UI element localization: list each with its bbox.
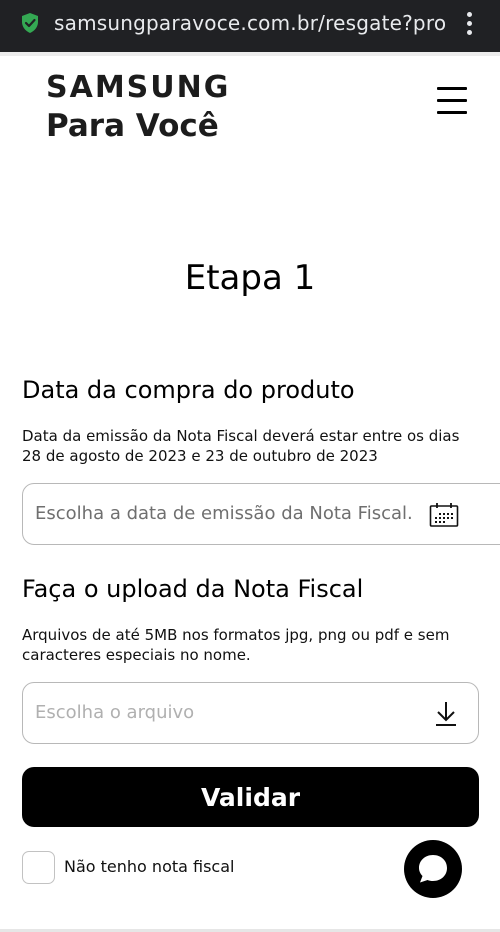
validate-button[interactable]: Validar bbox=[22, 767, 479, 827]
upload-description: Arquivos de até 5MB nos formatos jpg, pn… bbox=[22, 626, 450, 664]
browser-url-bar[interactable]: samsungparavoce.com.br/resgate?pro bbox=[0, 0, 500, 52]
url-text[interactable]: samsungparavoce.com.br/resgate?pro bbox=[54, 11, 446, 35]
kebab-menu-icon[interactable] bbox=[462, 10, 478, 40]
purchase-date-field[interactable]: Escolha a data de emissão da Nota Fiscal… bbox=[22, 483, 500, 545]
chat-button[interactable] bbox=[404, 840, 462, 898]
download-icon[interactable] bbox=[433, 700, 459, 728]
logo-samsung[interactable]: SAMSUNG bbox=[46, 70, 230, 105]
upload-title: Faça o upload da Nota Fiscal bbox=[22, 575, 364, 603]
logo-para-voce[interactable]: Para Você bbox=[46, 108, 219, 144]
no-invoice-checkbox[interactable] bbox=[22, 851, 55, 884]
file-upload-placeholder: Escolha o arquivo bbox=[35, 702, 195, 723]
no-invoice-label[interactable]: Não tenho nota fiscal bbox=[64, 857, 234, 876]
calendar-icon[interactable] bbox=[429, 502, 459, 528]
hamburger-menu-icon[interactable] bbox=[434, 84, 472, 118]
purchase-date-title: Data da compra do produto bbox=[22, 376, 355, 404]
purchase-date-placeholder: Escolha a data de emissão da Nota Fiscal… bbox=[35, 503, 413, 524]
step-title: Etapa 1 bbox=[184, 258, 316, 298]
chat-bubble-icon bbox=[419, 855, 447, 883]
header-divider bbox=[0, 52, 500, 56]
purchase-date-description: Data da emissão da Nota Fiscal deverá es… bbox=[22, 427, 460, 465]
file-upload-field[interactable]: Escolha o arquivo bbox=[22, 682, 479, 744]
shield-check-icon bbox=[22, 13, 38, 33]
